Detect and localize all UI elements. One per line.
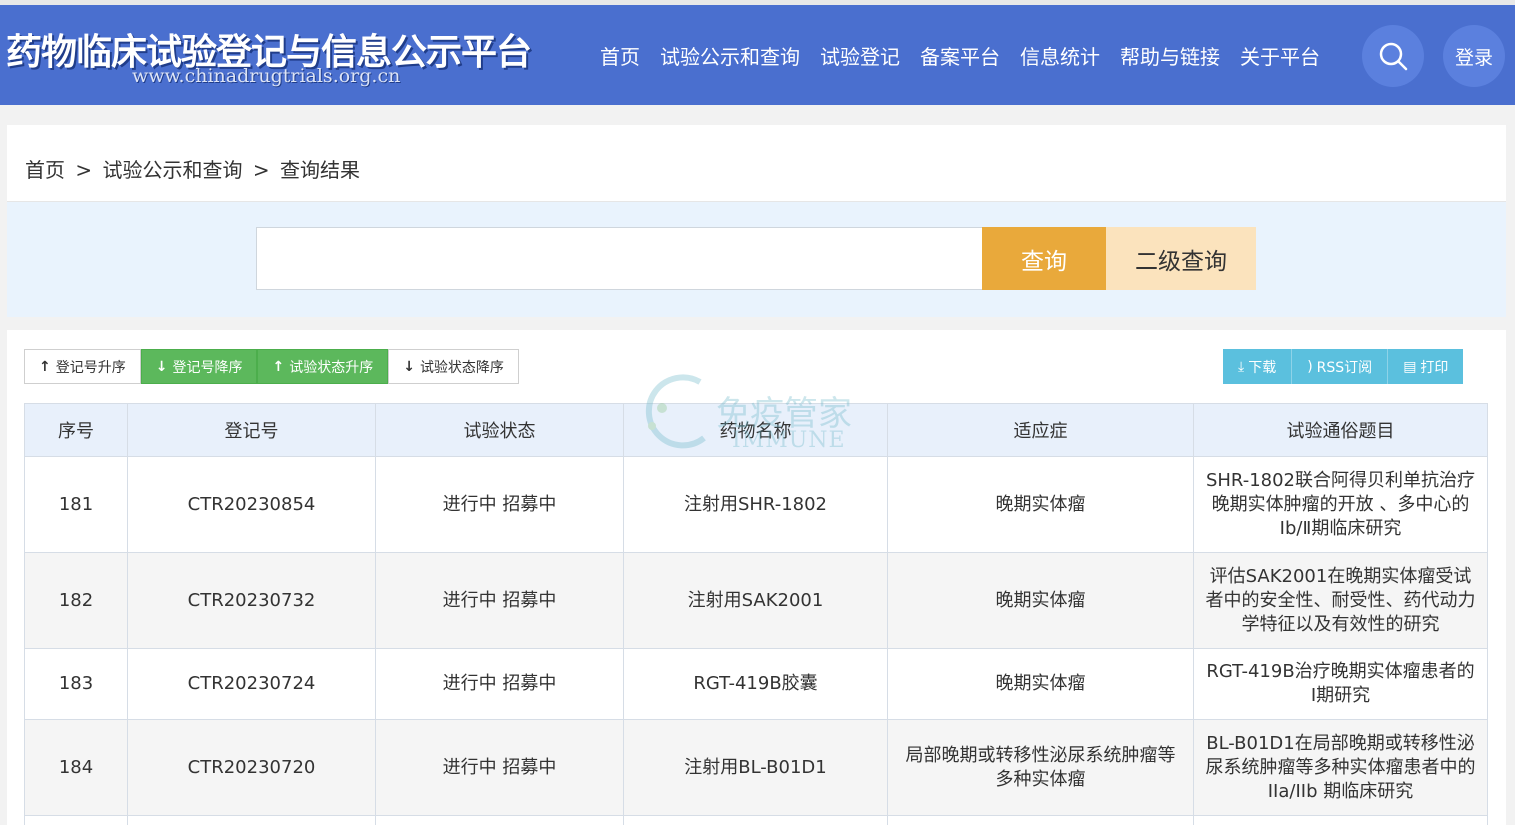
sort-label: 试验状态降序	[419, 359, 504, 376]
breadcrumb-home[interactable]: 首页	[25, 158, 65, 182]
sort-label: 试验状态升序	[289, 359, 374, 376]
cell-drug	[623, 815, 888, 825]
results-table: 序号 登记号 试验状态 药物名称 适应症 试验通俗题目 181 CTR20230…	[24, 403, 1488, 825]
nav-about[interactable]: 关于平台	[1240, 41, 1320, 70]
search-icon	[1379, 42, 1408, 71]
rss-icon: )	[1307, 358, 1313, 375]
print-button[interactable]: ▤ 打印	[1388, 349, 1464, 384]
col-header-drug: 药物名称	[623, 403, 888, 457]
cell-indication: 晚期实体瘤	[887, 648, 1194, 720]
cell-title[interactable]: 评估SAK2001在晚期实体瘤受试者中的安全性、耐受性、药代动力学特征以及有效性…	[1193, 552, 1488, 649]
cell-index: 184	[24, 719, 128, 816]
download-label: 下载	[1248, 359, 1277, 376]
arrow-up-icon: ↑	[272, 358, 285, 375]
secondary-query-button[interactable]: 二级查询	[1106, 227, 1256, 290]
main-nav: 首页 试验公示和查询 试验登记 备案平台 信息统计 帮助与链接 关于平台	[600, 41, 1340, 70]
breadcrumb: 首页 > 试验公示和查询 > 查询结果	[25, 154, 364, 183]
cell-drug: 注射用BL-B01D1	[623, 719, 888, 816]
cell-indication	[887, 815, 1194, 825]
sort-label: 登记号升序	[55, 359, 126, 376]
login-button[interactable]: 登录	[1443, 25, 1505, 87]
table-row[interactable]: 183 CTR20230724 进行中 招募中 RGT-419B胶囊 晚期实体瘤…	[24, 648, 1488, 720]
arrow-up-icon: ↑	[39, 358, 51, 375]
search-band: 查询 二级查询	[7, 202, 1506, 317]
breadcrumb-separator: >	[75, 158, 93, 182]
download-icon: ⤓	[1238, 358, 1245, 375]
cell-regno[interactable]: CTR20230854	[127, 456, 376, 553]
col-header-title: 试验通俗题目	[1193, 403, 1488, 457]
sort-label: 登记号降序	[172, 359, 243, 376]
nav-trial-register[interactable]: 试验登记	[820, 41, 900, 70]
breadcrumb-trial-query[interactable]: 试验公示和查询	[102, 158, 242, 182]
nav-help-links[interactable]: 帮助与链接	[1120, 41, 1220, 70]
nav-trial-query[interactable]: 试验公示和查询	[660, 41, 800, 70]
cell-drug: 注射用SHR-1802	[623, 456, 888, 553]
cell-title[interactable]: SHR-1802联合阿得贝利单抗治疗晚期实体肿瘤的开放 、多中心的Ⅰb/Ⅱ期临床…	[1193, 456, 1488, 553]
cell-status	[375, 815, 624, 825]
rss-label: RSS订阅	[1316, 359, 1373, 376]
sort-status-asc-button[interactable]: ↑ 试验状态升序	[257, 349, 389, 384]
breadcrumb-current: 查询结果	[279, 158, 360, 182]
header-search-button[interactable]	[1362, 25, 1424, 87]
nav-home[interactable]: 首页	[600, 41, 640, 70]
sort-regno-asc-button[interactable]: ↑ 登记号升序	[24, 349, 141, 384]
site-header: 药物临床试验登记与信息公示平台 www.chinadrugtrials.org.…	[0, 0, 1515, 105]
print-icon: ▤	[1403, 358, 1417, 375]
col-header-status: 试验状态	[375, 403, 624, 457]
cell-status: 进行中 招募中	[375, 456, 624, 553]
arrow-down-icon: ↓	[403, 358, 415, 375]
cell-index: 181	[24, 456, 128, 553]
sort-regno-desc-button[interactable]: ↓ 登记号降序	[140, 349, 258, 384]
cell-regno[interactable]: CTR20230724	[127, 648, 376, 720]
table-row[interactable]	[24, 815, 1488, 825]
cell-indication: 局部晚期或转移性泌尿系统肿瘤等多种实体瘤	[887, 719, 1194, 816]
cell-status: 进行中 招募中	[375, 648, 624, 720]
results-panel: ↑ 登记号升序 ↓ 登记号降序 ↑ 试验状态升序 ↓ 试验状态降序 ⤓ 下载 )…	[7, 330, 1506, 825]
cell-status: 进行中 招募中	[375, 719, 624, 816]
sort-status-desc-button[interactable]: ↓ 试验状态降序	[388, 349, 519, 384]
cell-title[interactable]: BL-B01D1在局部晚期或转移性泌尿系统肿瘤等多种实体瘤患者中的IIa/IIb…	[1193, 719, 1488, 816]
cell-indication: 晚期实体瘤	[887, 456, 1194, 553]
cell-title[interactable]: RGT-419B治疗晚期实体瘤患者的I期研究	[1193, 648, 1488, 720]
tool-button-group: ⤓ 下载 ) RSS订阅 ▤ 打印	[1223, 349, 1464, 384]
col-header-indication: 适应症	[887, 403, 1194, 457]
download-button[interactable]: ⤓ 下载	[1223, 349, 1293, 384]
cell-title[interactable]	[1193, 815, 1488, 825]
table-row[interactable]: 182 CTR20230732 进行中 招募中 注射用SAK2001 晚期实体瘤…	[24, 552, 1488, 649]
table-row[interactable]: 181 CTR20230854 进行中 招募中 注射用SHR-1802 晚期实体…	[24, 456, 1488, 553]
col-header-regno: 登记号	[127, 403, 376, 457]
search-input[interactable]	[256, 227, 983, 290]
cell-index: 183	[24, 648, 128, 720]
sort-button-group: ↑ 登记号升序 ↓ 登记号降序 ↑ 试验状态升序 ↓ 试验状态降序	[24, 349, 519, 384]
cell-status: 进行中 招募中	[375, 552, 624, 649]
print-label: 打印	[1420, 359, 1449, 376]
breadcrumb-panel: 首页 > 试验公示和查询 > 查询结果	[7, 125, 1506, 202]
cell-index	[24, 815, 128, 825]
nav-statistics[interactable]: 信息统计	[1020, 41, 1100, 70]
nav-filing-platform[interactable]: 备案平台	[920, 41, 1000, 70]
table-header-row: 序号 登记号 试验状态 药物名称 适应症 试验通俗题目	[24, 403, 1488, 457]
site-url: www.chinadrugtrials.org.cn	[132, 65, 401, 87]
col-header-index: 序号	[24, 403, 128, 457]
rss-button[interactable]: ) RSS订阅	[1292, 349, 1389, 384]
arrow-down-icon: ↓	[155, 358, 168, 375]
cell-drug: RGT-419B胶囊	[623, 648, 888, 720]
cell-indication: 晚期实体瘤	[887, 552, 1194, 649]
table-row[interactable]: 184 CTR20230720 进行中 招募中 注射用BL-B01D1 局部晚期…	[24, 719, 1488, 816]
query-button[interactable]: 查询	[982, 227, 1106, 290]
cell-regno[interactable]: CTR20230732	[127, 552, 376, 649]
cell-drug: 注射用SAK2001	[623, 552, 888, 649]
cell-index: 182	[24, 552, 128, 649]
breadcrumb-separator: >	[252, 158, 270, 182]
cell-regno[interactable]	[127, 815, 376, 825]
cell-regno[interactable]: CTR20230720	[127, 719, 376, 816]
